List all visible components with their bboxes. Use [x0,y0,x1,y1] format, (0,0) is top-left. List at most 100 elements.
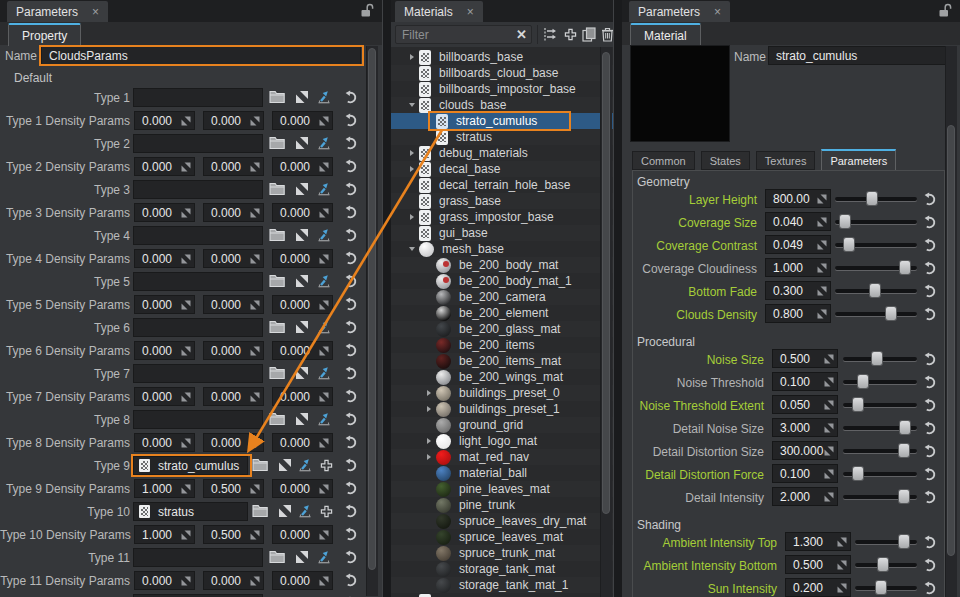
material-name-input[interactable] [768,46,952,65]
param-value-field[interactable]: 3.000 [772,418,838,437]
edit-material-icon[interactable] [315,364,333,382]
reset-icon[interactable] [341,180,359,198]
density-field-0[interactable]: 0.000 [134,571,195,590]
param-slider[interactable] [835,220,917,224]
density-field-2[interactable]: 0.000 [272,157,333,176]
reset-icon[interactable] [341,525,359,543]
reset-icon[interactable] [920,305,938,323]
expand-arrow-icon[interactable] [406,150,418,156]
reset-icon[interactable] [920,236,938,254]
param-slider[interactable] [855,540,917,544]
type-material-field[interactable] [133,134,263,153]
param-value-field[interactable]: 0.050 [772,395,838,414]
diagonal-handle-icon[interactable] [181,438,191,448]
diagonal-handle-icon[interactable] [250,530,260,540]
density-field-2[interactable]: 0.000 [272,249,333,268]
reset-icon[interactable] [920,533,938,551]
tree-item[interactable]: be_200_items_mat [391,353,613,369]
diagonal-handle-icon[interactable] [250,392,260,402]
slider-handle[interactable] [844,238,854,251]
density-field-0[interactable]: 0.000 [134,111,195,130]
clear-assignment-icon[interactable] [293,318,311,336]
diagonal-handle-icon[interactable] [319,300,329,310]
param-slider[interactable] [843,380,917,384]
add-icon[interactable] [317,502,335,520]
slider-handle[interactable] [853,467,863,480]
reset-icon[interactable] [920,465,938,483]
expand-arrow-icon[interactable] [423,438,435,444]
diagonal-handle-icon[interactable] [319,438,329,448]
tree-item[interactable]: debug_materials [391,145,613,161]
expand-arrow-icon[interactable] [423,390,435,396]
edit-material-icon[interactable] [296,456,314,474]
density-field-1[interactable]: 0.000 [203,157,264,176]
clear-assignment-icon[interactable] [293,180,311,198]
expand-arrow-icon[interactable] [406,166,418,172]
reset-icon[interactable] [341,341,359,359]
clear-assignment-icon[interactable] [293,88,311,106]
edit-material-icon[interactable] [315,88,333,106]
diagonal-handle-icon[interactable] [824,469,834,479]
reset-icon[interactable] [341,157,359,175]
edit-material-icon[interactable] [315,272,333,290]
hierarchy-view-icon[interactable] [541,25,559,44]
close-icon[interactable]: × [467,5,474,19]
tree-item[interactable]: be_200_body_mat_1 [391,273,613,289]
density-field-0[interactable]: 1.000 [134,525,195,544]
param-slider[interactable] [843,472,917,476]
clear-assignment-icon[interactable] [276,456,294,474]
reset-icon[interactable] [920,396,938,414]
diagonal-handle-icon[interactable] [181,254,191,264]
density-field-1[interactable]: 0.000 [203,111,264,130]
param-value-field[interactable]: 300.000 [772,441,838,460]
type-material-field[interactable] [133,272,263,291]
slider-handle[interactable] [876,581,886,594]
density-field-2[interactable]: 0.000 [272,571,333,590]
clear-assignment-icon[interactable] [293,226,311,244]
slider-handle[interactable] [899,444,909,457]
diagonal-handle-icon[interactable] [181,530,191,540]
tree-item[interactable]: buildings_preset_0 [391,385,613,401]
density-field-0[interactable]: 0.000 [134,157,195,176]
reset-icon[interactable] [341,249,359,267]
slider-handle[interactable] [870,284,880,297]
tree-item[interactable]: be_200_wings_mat [391,369,613,385]
close-icon[interactable]: × [92,5,99,19]
density-field-2[interactable]: 0.000 [272,111,333,130]
param-value-field[interactable]: 0.500 [772,349,838,368]
diagonal-handle-icon[interactable] [837,537,847,547]
param-slider[interactable] [835,312,917,316]
density-field-2[interactable]: 0.000 [272,387,333,406]
tree-item[interactable]: storage_tank_mat [391,561,613,577]
diagonal-handle-icon[interactable] [824,492,834,502]
expand-arrow-icon[interactable] [406,103,418,107]
left-scrollbar-handle[interactable] [368,48,376,570]
reset-icon[interactable] [920,350,938,368]
diagonal-handle-icon[interactable] [319,162,329,172]
clear-assignment-icon[interactable] [293,364,311,382]
param-slider[interactable] [835,243,917,247]
param-value-field[interactable]: 0.040 [765,212,831,231]
param-slider[interactable] [855,586,917,590]
density-field-1[interactable]: 0.000 [203,203,264,222]
diagonal-handle-icon[interactable] [824,423,834,433]
clear-assignment-icon[interactable] [276,502,294,520]
reset-icon[interactable] [341,111,359,129]
density-field-2[interactable]: 0.000 [272,295,333,314]
diagonal-handle-icon[interactable] [250,162,260,172]
tab-textures[interactable]: Textures [756,151,816,170]
tree-item[interactable] [391,593,613,597]
slider-handle[interactable] [899,490,909,503]
reset-icon[interactable] [920,373,938,391]
expand-arrow-icon[interactable] [423,406,435,412]
expand-arrow-icon[interactable] [406,247,418,251]
param-value-field[interactable]: 800.00 [765,189,831,208]
diagonal-handle-icon[interactable] [824,400,834,410]
param-value-field[interactable]: 0.500 [785,555,851,574]
param-value-field[interactable]: 0.100 [772,372,838,391]
slider-handle[interactable] [878,558,888,571]
density-field-2[interactable]: 0.000 [272,479,333,498]
lock-icon[interactable] [938,3,952,19]
density-field-0[interactable]: 0.000 [134,203,195,222]
tree-item[interactable]: light_logo_mat [391,433,613,449]
